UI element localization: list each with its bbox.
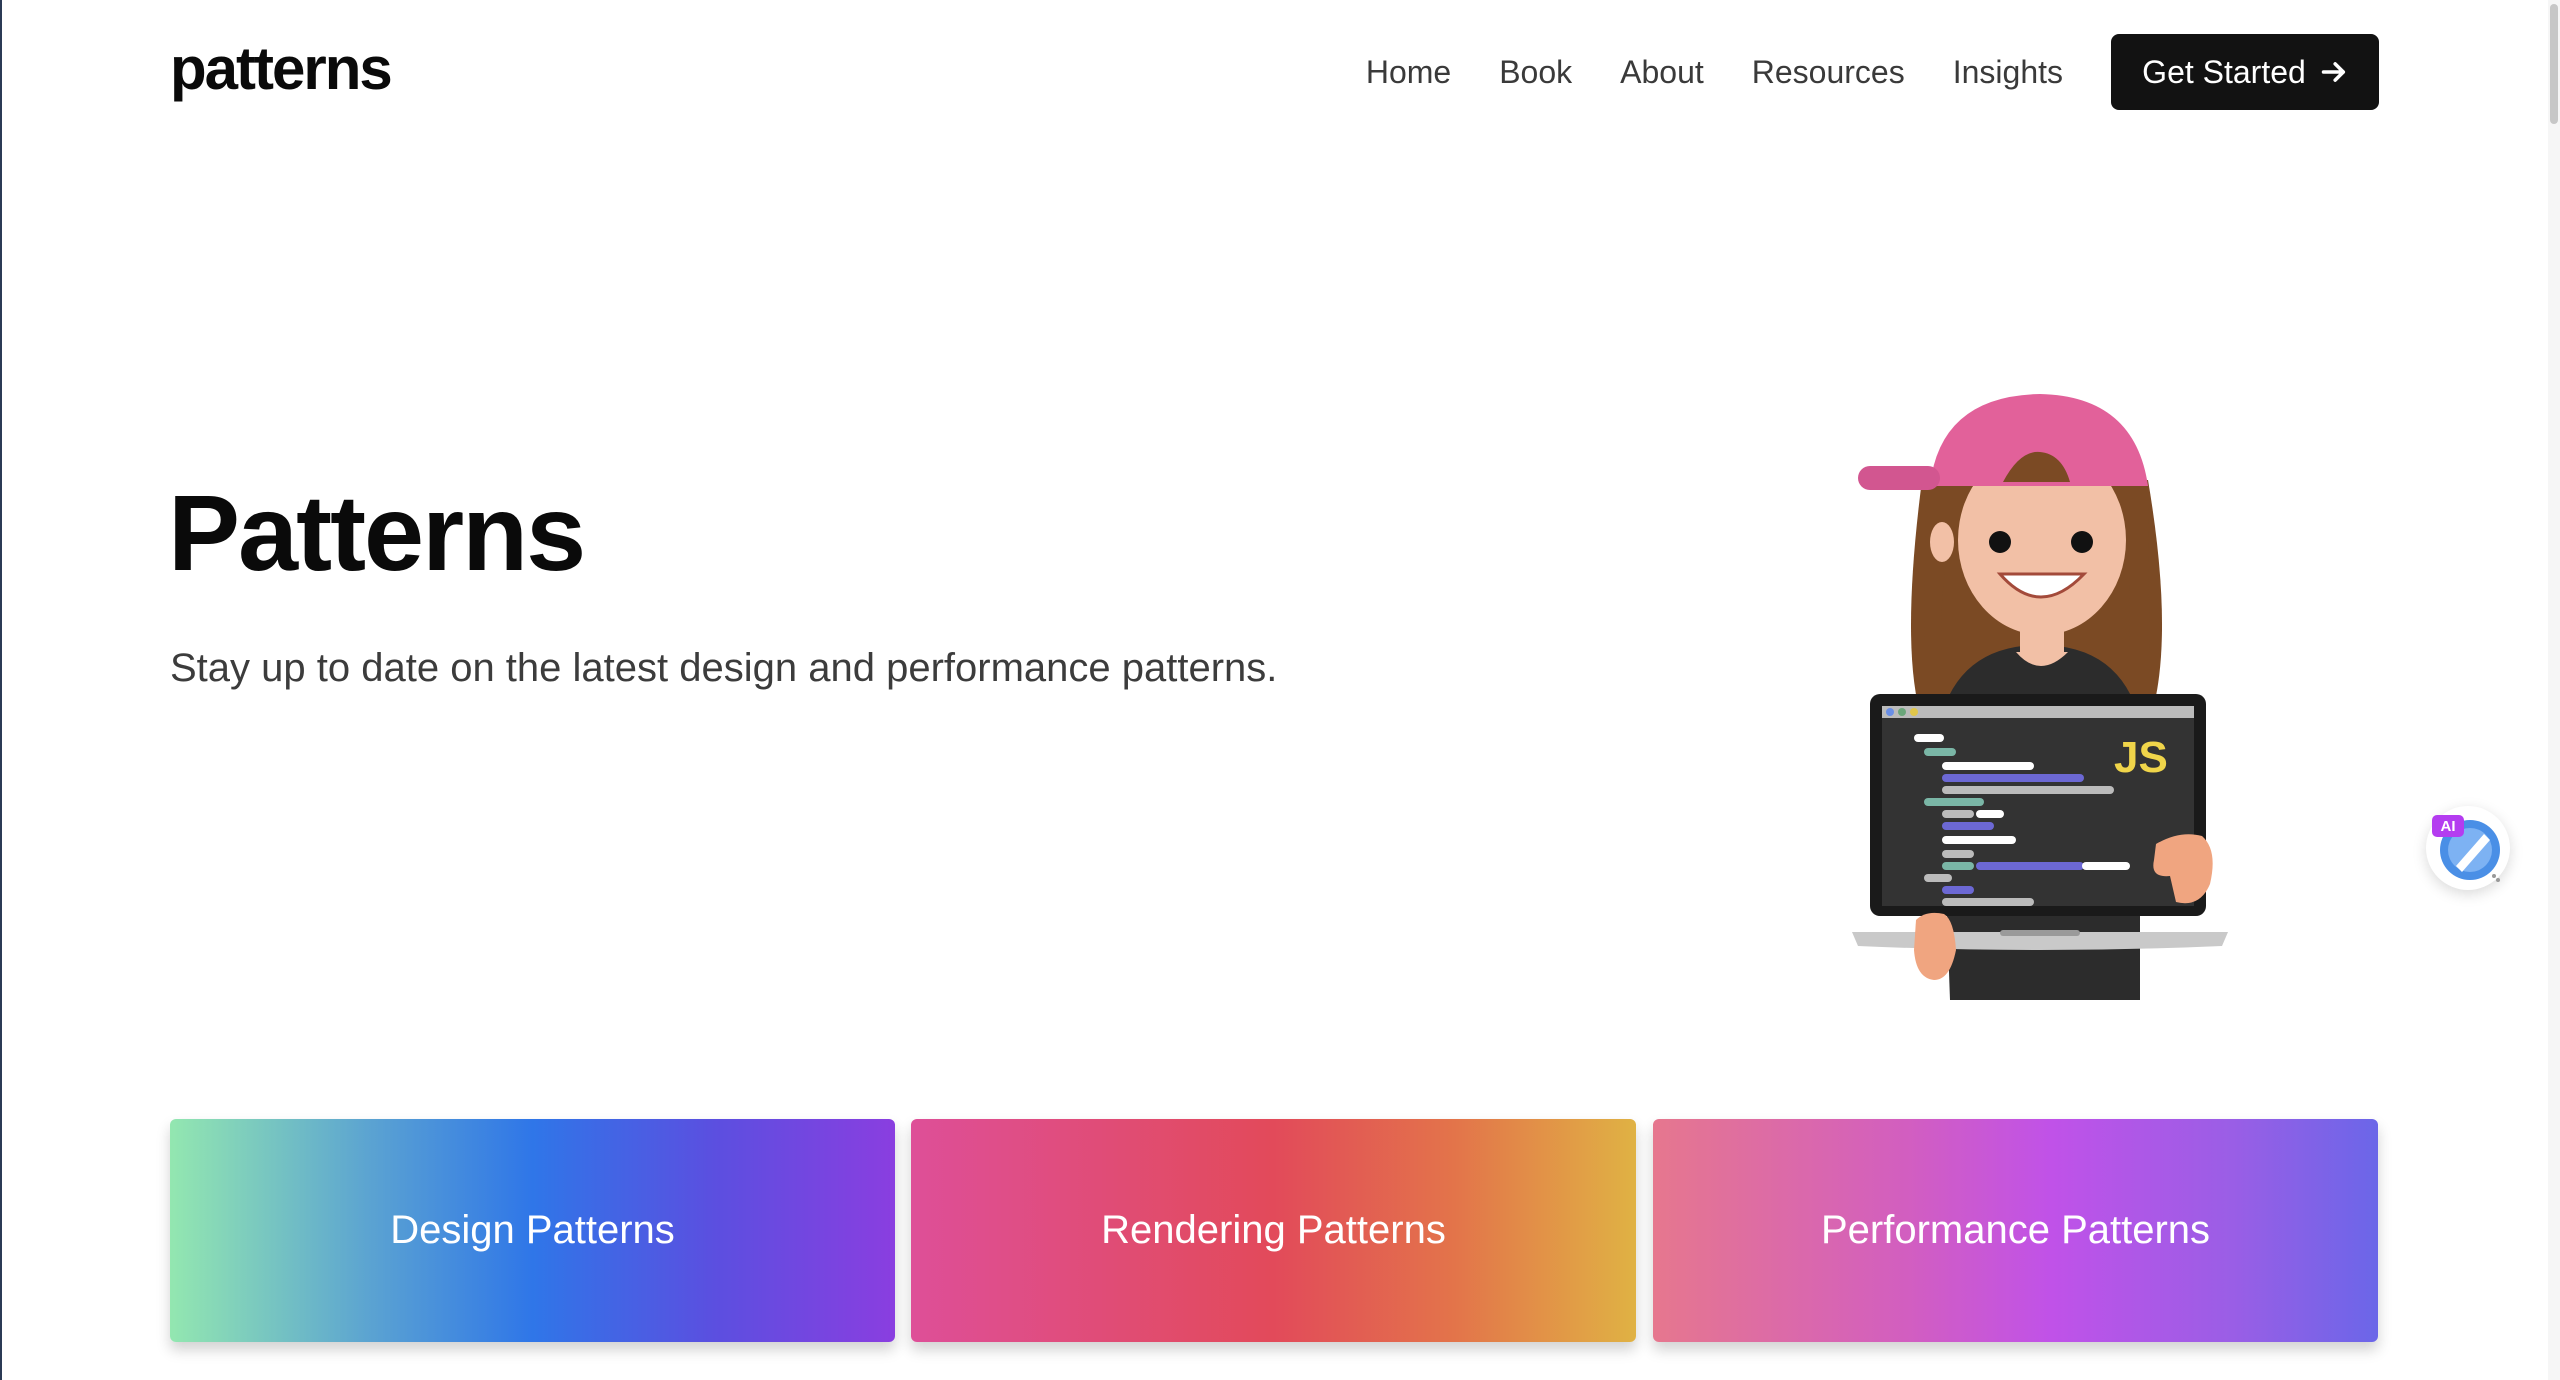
main-nav: Home Book About Resources Insights Get S… — [1366, 34, 2379, 110]
developer-illustration: JS — [1852, 394, 2228, 1000]
page: patterns Home Book About Resources Insig… — [0, 0, 2560, 1380]
design-patterns-card[interactable]: Design Patterns — [170, 1119, 895, 1342]
nav-link-resources[interactable]: Resources — [1752, 54, 1905, 91]
window-edge — [0, 0, 2, 1380]
performance-patterns-card[interactable]: Performance Patterns — [1653, 1119, 2378, 1342]
site-logo[interactable]: patterns — [170, 34, 393, 104]
get-started-label: Get Started — [2142, 53, 2306, 90]
get-started-button[interactable]: Get Started — [2111, 34, 2379, 110]
nav-link-home[interactable]: Home — [1366, 54, 1451, 91]
pattern-cards: Design Patterns Rendering Patterns Perfo… — [170, 1119, 2378, 1342]
hero-subtitle: Stay up to date on the latest design and… — [170, 646, 1278, 690]
nav-link-about[interactable]: About — [1620, 54, 1704, 91]
arrow-right-icon — [2321, 62, 2345, 82]
rendering-patterns-card[interactable]: Rendering Patterns — [911, 1119, 1636, 1342]
page-title: Patterns — [168, 472, 586, 593]
nav-link-book[interactable]: Book — [1499, 54, 1572, 91]
nav-link-insights[interactable]: Insights — [1953, 54, 2063, 91]
js-badge: JS — [2114, 733, 2168, 782]
page-scrollbar[interactable] — [2548, 0, 2560, 1380]
scrollbar-thumb[interactable] — [2550, 4, 2558, 124]
ai-badge: AI — [2432, 815, 2464, 837]
